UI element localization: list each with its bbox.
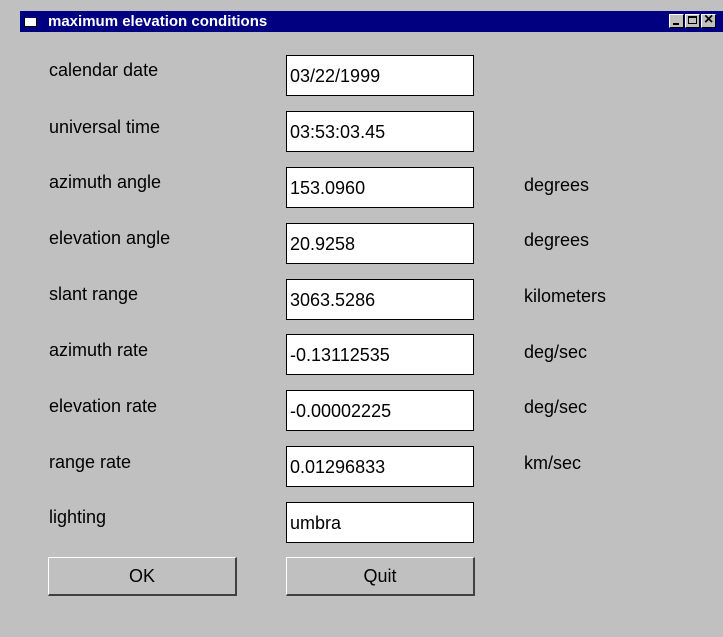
azimuth-rate-unit: deg/sec bbox=[524, 342, 588, 362]
elevation-rate-field[interactable]: -0.00002225 bbox=[286, 390, 474, 431]
quit-button[interactable]: Quit bbox=[286, 557, 475, 596]
azimuth-angle-unit: degrees bbox=[524, 175, 590, 195]
lighting-label: lighting bbox=[49, 507, 107, 527]
close-icon[interactable] bbox=[701, 11, 716, 29]
slant-range-field[interactable]: 3063.5286 bbox=[286, 279, 474, 320]
title-bar[interactable]: maximum elevation conditions bbox=[20, 11, 723, 32]
universal-time-label: universal time bbox=[49, 117, 161, 137]
calendar-date-field[interactable]: 03/22/1999 bbox=[286, 55, 474, 96]
range-rate-unit: km/sec bbox=[524, 453, 582, 473]
lighting-field[interactable]: umbra bbox=[286, 502, 474, 543]
window-icon[interactable] bbox=[24, 15, 37, 27]
azimuth-rate-field[interactable]: -0.13112535 bbox=[286, 334, 474, 375]
universal-time-field[interactable]: 03:53:03.45 bbox=[286, 111, 474, 152]
range-rate-label: range rate bbox=[49, 452, 132, 472]
elevation-rate-unit: deg/sec bbox=[524, 397, 588, 417]
elevation-angle-unit: degrees bbox=[524, 230, 590, 250]
calendar-date-label: calendar date bbox=[49, 60, 159, 80]
elevation-angle-field[interactable]: 20.9258 bbox=[286, 223, 474, 264]
window-title: maximum elevation conditions bbox=[48, 13, 268, 30]
elevation-angle-label: elevation angle bbox=[49, 228, 171, 248]
azimuth-angle-field[interactable]: 153.0960 bbox=[286, 167, 474, 208]
slant-range-label: slant range bbox=[49, 284, 139, 304]
slant-range-unit: kilometers bbox=[524, 286, 607, 306]
dialog-window: maximum elevation conditions calendar da… bbox=[0, 0, 723, 637]
azimuth-rate-label: azimuth rate bbox=[49, 340, 149, 360]
ok-button[interactable]: OK bbox=[48, 557, 237, 596]
minimize-icon[interactable] bbox=[669, 14, 684, 28]
maximize-icon[interactable] bbox=[685, 14, 700, 28]
elevation-rate-label: elevation rate bbox=[49, 396, 158, 416]
azimuth-angle-label: azimuth angle bbox=[49, 172, 162, 192]
range-rate-field[interactable]: 0.01296833 bbox=[286, 446, 474, 487]
